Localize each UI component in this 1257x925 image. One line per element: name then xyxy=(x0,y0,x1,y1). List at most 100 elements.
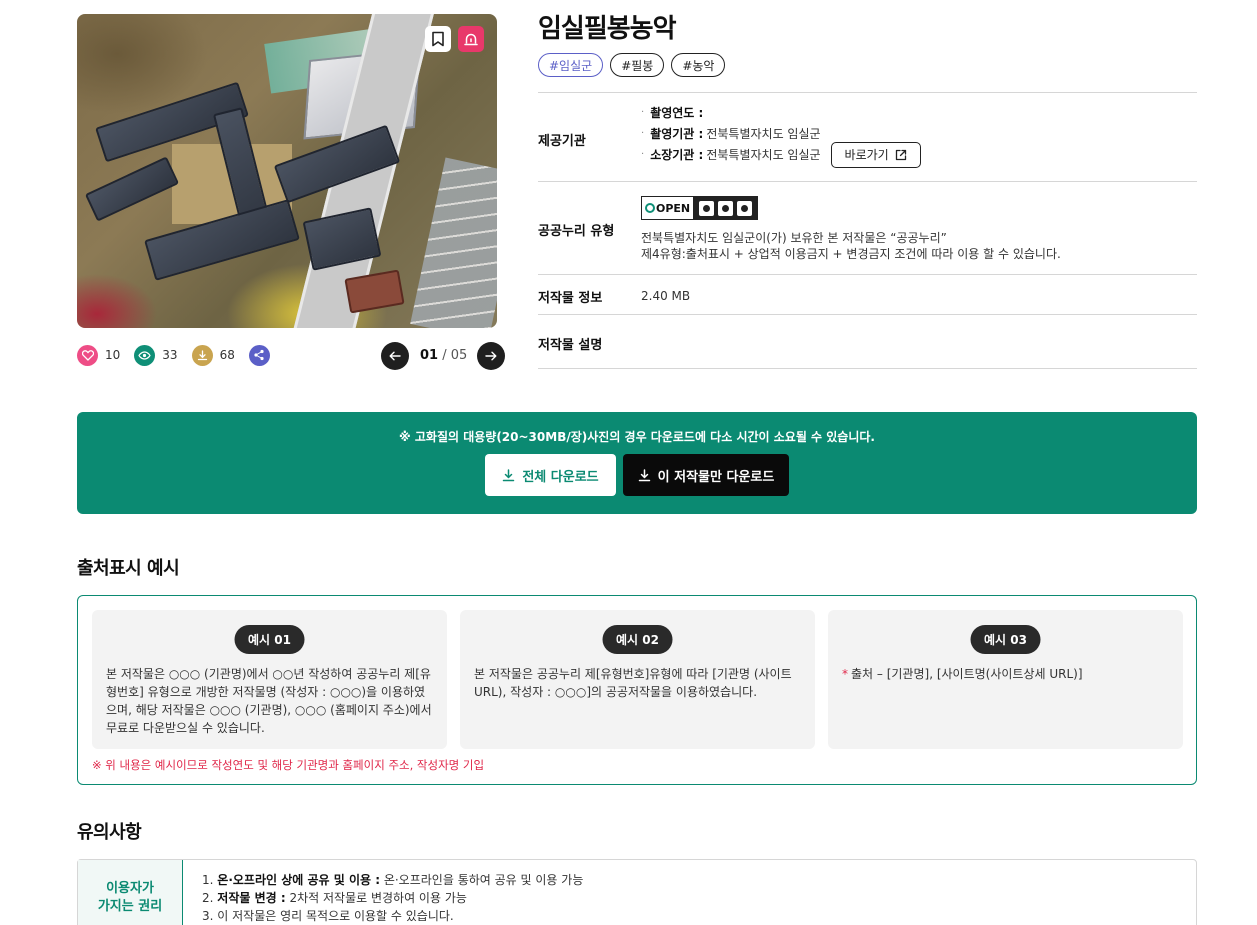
example-text-wrapper: * 출처 – [기관명], [사이트명(사이트상세 URL)] xyxy=(842,665,1169,683)
bullet-dot: · xyxy=(641,128,645,139)
holding-org-key: 소장기관 : xyxy=(650,148,704,162)
attribution-examples: 예시 01 본 저작물은 ○○○ (기관명)에서 ○○년 작성하여 공공누리 제… xyxy=(77,595,1197,785)
user-rights-label: 이용자가 가지는 권리 xyxy=(78,860,183,925)
share-stat[interactable] xyxy=(248,344,277,366)
download-stat: 68 xyxy=(191,344,235,366)
description-label: 저작물 설명 xyxy=(538,338,603,353)
external-link-icon xyxy=(895,149,906,160)
right-text: 이 저작물은 영리 목적으로 이용할 수 있습니다. xyxy=(217,909,454,923)
file-info-row: 저작물 정보 2.40 MB xyxy=(538,274,1197,315)
provider-details: · 촬영연도 : · 촬영기관 : 전북특별자치도 임실군 · 소장기관 : 전… xyxy=(641,102,921,168)
page-current: 01 xyxy=(420,348,439,363)
holding-org-line: · 소장기관 : 전북특별자치도 임실군 바로가기 xyxy=(641,141,921,168)
download-icon xyxy=(191,344,213,366)
download-all-label: 전체 다운로드 xyxy=(522,469,599,485)
user-rights-line-2: 가지는 권리 xyxy=(97,899,163,914)
description-row: 저작물 설명 xyxy=(538,314,1197,369)
next-image-button[interactable] xyxy=(477,341,506,370)
license-label: 공공누리 유형 xyxy=(538,224,615,239)
bookmark-icon xyxy=(432,31,444,47)
eye-icon xyxy=(134,344,156,366)
tag-item[interactable]: #임실군 xyxy=(538,53,604,77)
view-stat: 33 xyxy=(134,344,178,366)
tag-item[interactable]: #농악 xyxy=(671,53,726,77)
example-text: 본 저작물은 공공누리 제[유형번호]유형에 따라 [기관명 (사이트 URL)… xyxy=(474,667,792,699)
bookmark-button[interactable] xyxy=(425,26,451,52)
right-item: 3. 이 저작물은 영리 목적으로 이용할 수 있습니다. xyxy=(202,907,583,925)
cautions-box: 이용자가 가지는 권리 1. 온·오프라인 상에 공유 및 이용 : 온·오프라… xyxy=(77,859,1197,925)
right-text: 온·오프라인을 통하여 공유 및 이용 가능 xyxy=(380,873,584,887)
view-count: 33 xyxy=(162,348,178,362)
download-all-button[interactable]: 전체 다운로드 xyxy=(485,454,616,496)
shooting-org-value: 전북특별자치도 임실군 xyxy=(706,127,821,141)
download-this-label: 이 저작물만 다운로드 xyxy=(657,469,775,485)
right-title: 온·오프라인 상에 공유 및 이용 : xyxy=(217,873,381,887)
artwork-photo[interactable] xyxy=(77,14,497,328)
attribution-title: 출처표시 예시 xyxy=(77,558,180,579)
share-icon[interactable] xyxy=(248,344,270,366)
license-details: OPEN 전북특별자치도 임실군이(가) 보유한 본 저작물은 “공공누리” 제… xyxy=(641,196,1061,262)
artwork-title: 임실필봉농악 xyxy=(538,14,677,44)
holding-org-value: 전북특별자치도 임실군 xyxy=(706,148,821,162)
page-total: 05 xyxy=(450,348,468,363)
example-text: 출처 – [기관명], [사이트명(사이트상세 URL)] xyxy=(851,667,1083,681)
bullet-dot: · xyxy=(641,107,645,118)
shooting-year-key: 촬영연도 : xyxy=(650,106,704,120)
kogl-open-mark: OPEN xyxy=(642,197,695,219)
example-badge: 예시 03 xyxy=(970,625,1041,654)
download-icon xyxy=(503,468,515,481)
image-pager: 01 / 05 xyxy=(381,341,506,370)
example-card: 예시 03 * 출처 – [기관명], [사이트명(사이트상세 URL)] xyxy=(828,610,1183,749)
photo-detail xyxy=(84,156,180,222)
shooting-year-line: · 촬영연도 : xyxy=(641,102,921,123)
tag-item[interactable]: #필봉 xyxy=(610,53,665,77)
like-count: 10 xyxy=(105,348,121,362)
shooting-org-key: 촬영기관 : xyxy=(650,127,704,141)
report-button[interactable] xyxy=(458,26,484,52)
page-counter: 01 / 05 xyxy=(420,348,467,363)
example-badge: 예시 02 xyxy=(602,625,673,654)
goto-link-button[interactable]: 바로가기 xyxy=(830,141,921,168)
right-text: 2차적 저작물로 변경하여 이용 가능 xyxy=(285,891,467,905)
siren-icon xyxy=(464,33,478,46)
provider-label: 제공기관 xyxy=(538,134,586,149)
license-line-1: 전북특별자치도 임실군이(가) 보유한 본 저작물은 “공공누리” xyxy=(641,231,947,245)
photo-detail xyxy=(410,157,497,328)
goto-link-label: 바로가기 xyxy=(844,148,889,162)
user-rights-line-1: 이용자가 xyxy=(106,881,154,896)
provider-row: 제공기관 · 촬영연도 : · 촬영기관 : 전북특별자치도 임실군 · 소장기… xyxy=(538,92,1197,182)
required-star: * xyxy=(842,667,848,681)
user-rights-list: 1. 온·오프라인 상에 공유 및 이용 : 온·오프라인을 통하여 공유 및 … xyxy=(202,871,583,925)
artwork-stats: 10 33 68 xyxy=(77,344,291,366)
right-item: 2. 저작물 변경 : 2차적 저작물로 변경하여 이용 가능 xyxy=(202,889,583,907)
prev-image-button[interactable] xyxy=(381,341,409,370)
license-description: 전북특별자치도 임실군이(가) 보유한 본 저작물은 “공공누리” 제4유형:출… xyxy=(641,230,1061,262)
kogl-condition-icons xyxy=(694,197,758,219)
page-separator: / xyxy=(438,348,451,363)
download-this-button[interactable]: 이 저작물만 다운로드 xyxy=(623,454,789,496)
bullet-dot: · xyxy=(641,149,645,160)
like-stat[interactable]: 10 xyxy=(77,344,121,366)
arrow-right-icon xyxy=(485,351,497,360)
kogl-open-text: OPEN xyxy=(656,201,691,215)
license-line-2: 제4유형:출처표시 + 상업적 이용금지 + 변경금지 조건에 따라 이용 할 … xyxy=(641,247,1061,261)
example-card: 예시 02 본 저작물은 공공누리 제[유형번호]유형에 따라 [기관명 (사이… xyxy=(460,610,815,749)
right-item: 1. 온·오프라인 상에 공유 및 이용 : 온·오프라인을 통하여 공유 및 … xyxy=(202,871,583,889)
right-number: 1. xyxy=(202,873,214,887)
arrow-left-icon xyxy=(389,351,401,360)
download-notice: ※ 고화질의 대용량(20~30MB/장)사진의 경우 다운로드에 다소 시간이… xyxy=(399,430,875,444)
license-row: 공공누리 유형 OPEN 전북특별자치도 임실군이(가) 보유한 본 저작물은 … xyxy=(538,181,1197,274)
tag-list: #임실군 #필봉 #농악 xyxy=(538,53,732,77)
example-card: 예시 01 본 저작물은 ○○○ (기관명)에서 ○○년 작성하여 공공누리 제… xyxy=(92,610,447,749)
cautions-title: 유의사항 xyxy=(77,822,142,843)
download-icon xyxy=(638,468,650,481)
example-badge: 예시 01 xyxy=(234,625,305,654)
right-title: 저작물 변경 : xyxy=(217,891,286,905)
right-number: 3. xyxy=(202,909,214,923)
download-banner: ※ 고화질의 대용량(20~30MB/장)사진의 경우 다운로드에 다소 시간이… xyxy=(77,412,1197,514)
kogl-type4-badge: OPEN xyxy=(641,196,759,220)
heart-icon xyxy=(77,344,98,366)
file-info-label: 저작물 정보 xyxy=(538,291,603,306)
example-text: 본 저작물은 ○○○ (기관명)에서 ○○년 작성하여 공공누리 제[유형번호]… xyxy=(106,667,432,735)
shooting-org-line: · 촬영기관 : 전북특별자치도 임실군 xyxy=(641,123,921,144)
